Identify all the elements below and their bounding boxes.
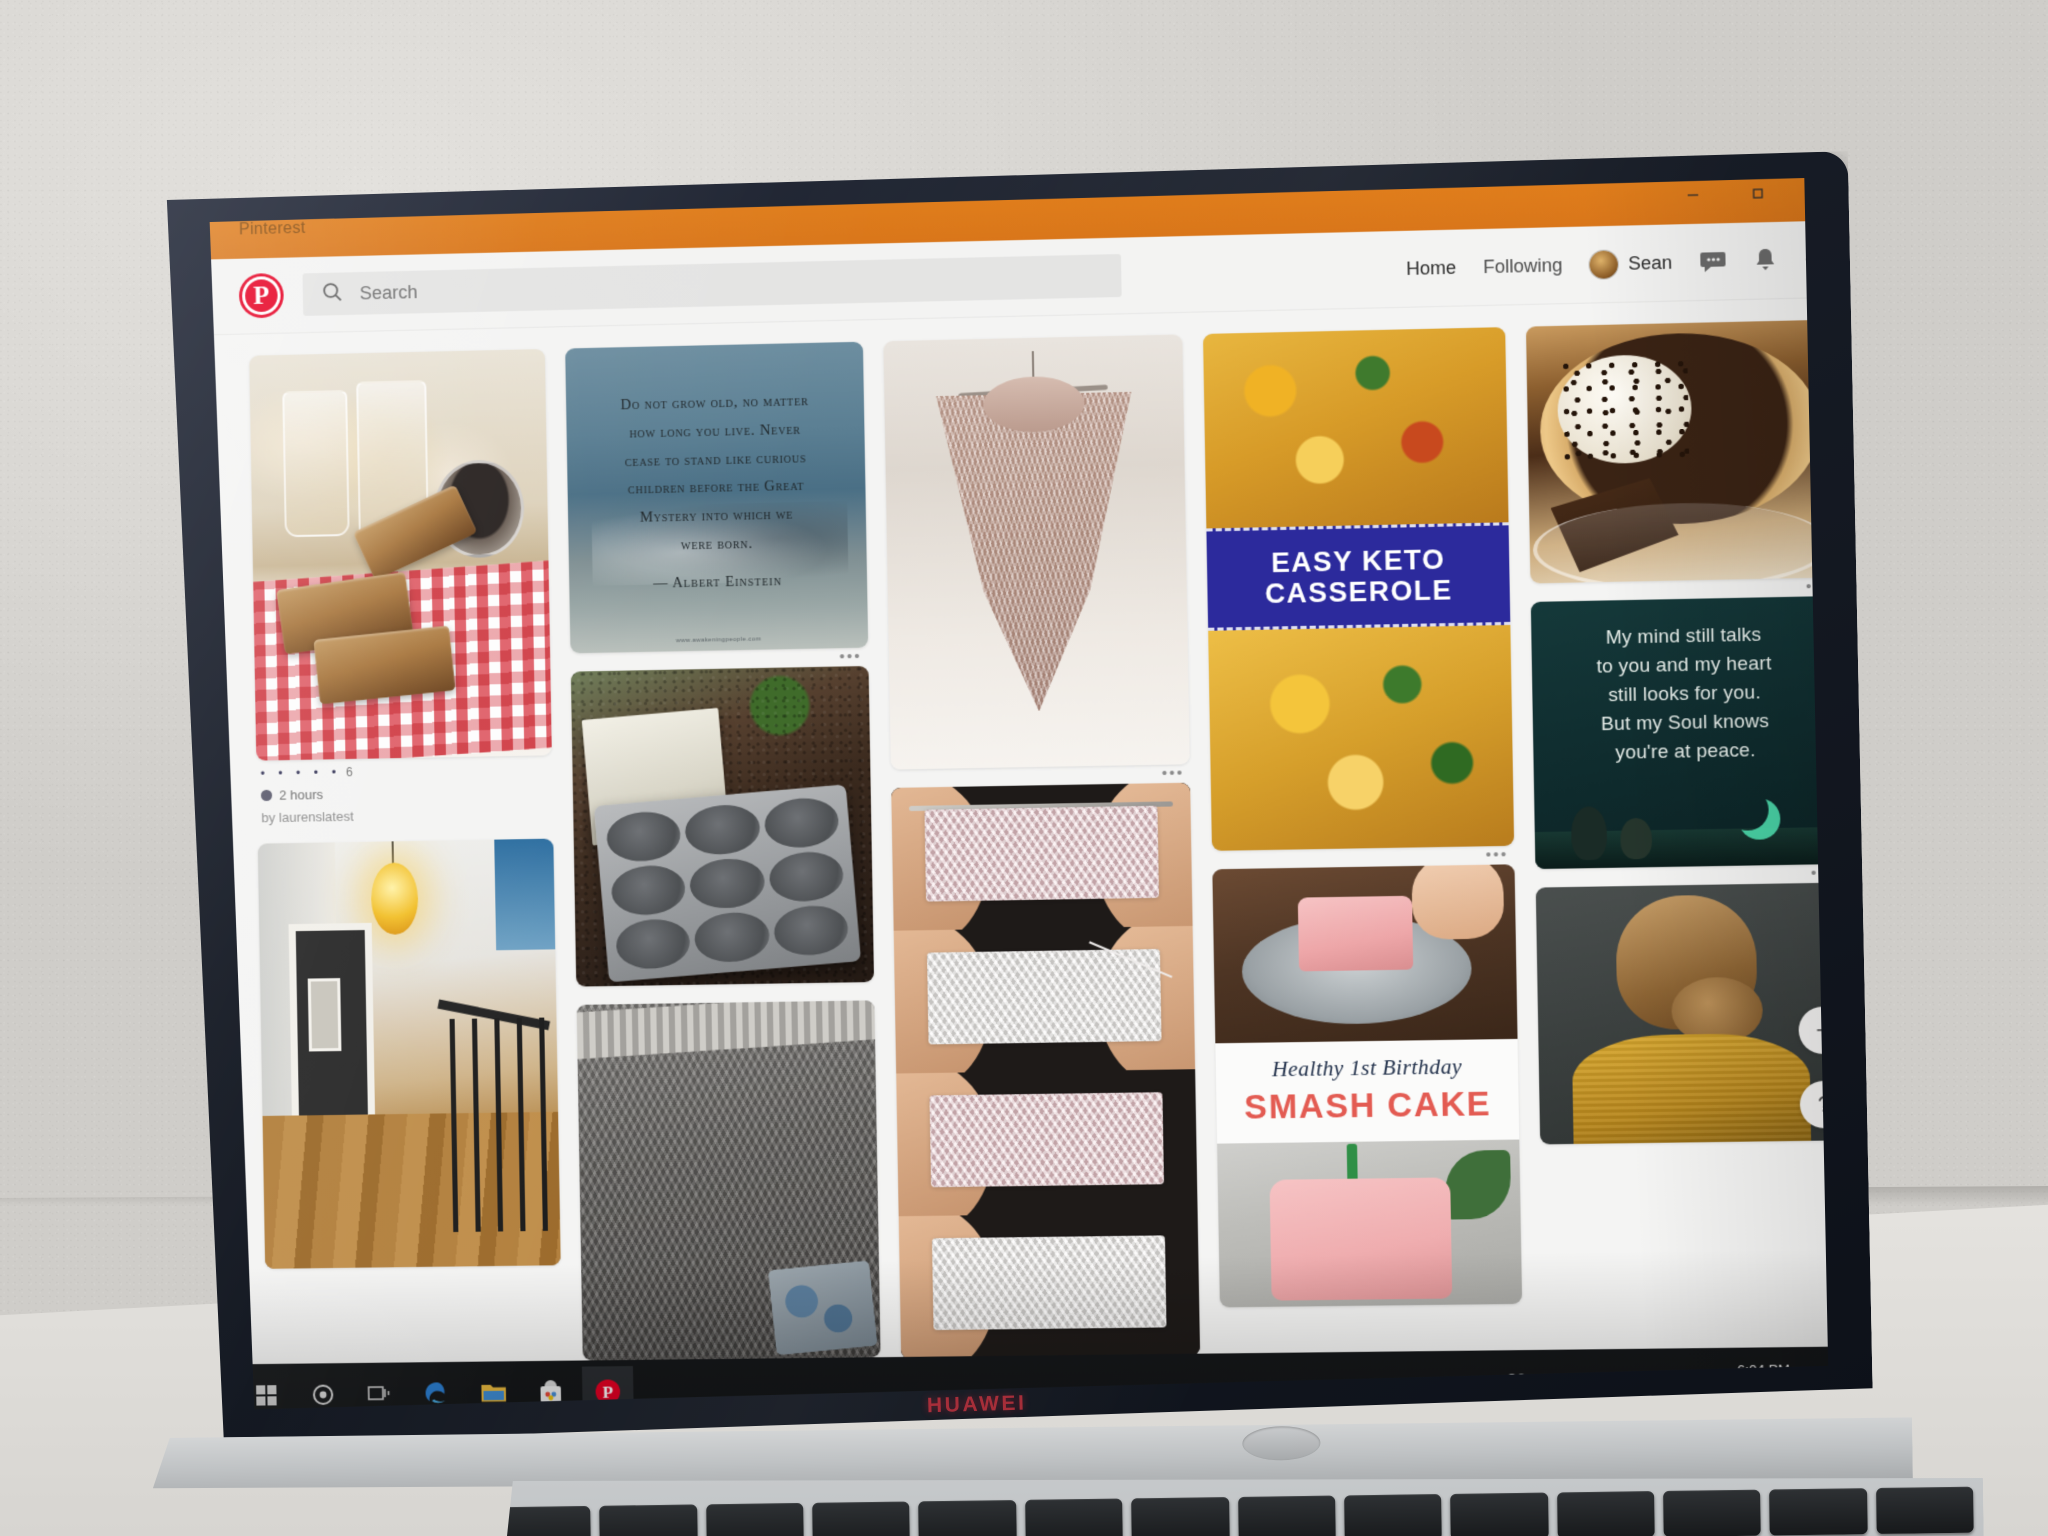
show-hidden-icons-chevron[interactable] (1542, 1375, 1559, 1388)
battery-icon[interactable] (1574, 1374, 1601, 1389)
pin-image-granola-bars[interactable] (249, 349, 551, 761)
window-controls (1660, 178, 1828, 225)
pin-granola-bars[interactable]: • • • • •6 2 hours by laurenslatest ••• (249, 349, 553, 825)
smash-cake-headline: SMASH CAKE (1229, 1085, 1507, 1128)
screen: Pinterest P Search Home Following Sean •… (206, 178, 1828, 1410)
avatar (1589, 250, 1618, 278)
keto-title-banner: EASY KETO CASSEROLE (1207, 522, 1511, 631)
rating-count: 6 (346, 765, 353, 779)
people-icon[interactable] (1505, 1373, 1528, 1392)
huawei-brand-logo: HUAWEI (927, 1392, 1027, 1419)
edge-browser-button[interactable] (411, 1368, 463, 1410)
pin-column-5: ••• My mind still talks to you and my he… (1526, 320, 1828, 1145)
pin-seed-starting-muffin-tin[interactable]: SEEDS (571, 666, 874, 987)
webcam-key[interactable] (1242, 1426, 1320, 1461)
pin-image-hallway[interactable] (258, 839, 561, 1269)
pin-image-keto-casserole[interactable]: EASY KETO CASSEROLE (1203, 327, 1514, 851)
memorial-quote-text: My mind still talks to you and my heart … (1596, 620, 1774, 768)
smash-cake-script: Healthy 1st Birthday (1228, 1054, 1505, 1084)
quote-text: Do not grow old, no matter how long you … (620, 388, 811, 562)
pin-braided-hairstyle[interactable] (1536, 883, 1828, 1145)
keto-title-line-2: CASSEROLE (1218, 574, 1500, 611)
smash-cake-caption: Healthy 1st Birthday SMASH CAKE (1216, 1039, 1520, 1144)
display-area: Pinterest P Search Home Following Sean •… (205, 178, 1829, 1410)
pin-image-smash-cake[interactable]: Healthy 1st Birthday SMASH CAKE (1213, 865, 1523, 1308)
pin-smash-cake[interactable]: Healthy 1st Birthday SMASH CAKE (1213, 865, 1523, 1308)
messages-icon[interactable] (1699, 249, 1727, 274)
pin-board: • • • • •6 2 hours by laurenslatest ••• (208, 296, 1828, 1410)
pin-image-seeds[interactable]: SEEDS (571, 666, 874, 987)
help-button[interactable]: ? (1800, 1080, 1829, 1128)
pin-column-4: EASY KETO CASSEROLE ••• Healthy 1st Birt… (1203, 327, 1522, 1308)
pin-column-3: ••• (883, 334, 1201, 1359)
user-name: Sean (1628, 252, 1672, 275)
meet-now-icon[interactable] (1805, 1370, 1828, 1387)
pin-einstein-quote[interactable]: Do not grow old, no matter how long you … (565, 342, 868, 654)
pin-image-memorial-quote[interactable]: My mind still talks to you and my heart … (1531, 596, 1828, 869)
pin-image-knitting-tutorial[interactable] (891, 783, 1201, 1359)
clock-icon (261, 790, 272, 801)
pin-rating: • • • • • 6 (260, 761, 550, 780)
pin-time: 2 hours (261, 783, 551, 803)
clock-date: 4/5/2019 (1735, 1379, 1790, 1397)
pin-overflow-icon[interactable]: ••• (839, 649, 862, 665)
header-nav: Home Following Sean (1406, 245, 1829, 283)
start-button[interactable] (241, 1370, 292, 1410)
pin-image-einstein-quote[interactable]: Do not grow old, no matter how long you … (565, 342, 868, 654)
task-view-button[interactable] (354, 1369, 406, 1410)
search-input[interactable] (359, 265, 1102, 304)
search-icon (321, 280, 344, 308)
pin-column-1: • • • • •6 2 hours by laurenslatest ••• (249, 349, 560, 1269)
window-title: Pinterest (239, 220, 306, 240)
nav-following[interactable]: Following (1483, 254, 1563, 277)
floating-action-buttons: + ? (1798, 1006, 1828, 1128)
pinterest-app-button[interactable]: P (582, 1366, 634, 1410)
quote-watermark: www.awakeningpeople.com (570, 634, 868, 646)
pin-memorial-quote[interactable]: My mind still talks to you and my heart … (1531, 596, 1828, 869)
pin-meta: • • • • • 6 2 hours by laurenslatest (256, 755, 552, 825)
create-pin-button[interactable]: + (1798, 1006, 1828, 1054)
more-menu-icon[interactable] (1804, 255, 1828, 264)
pin-overflow-icon[interactable]: ••• (1811, 865, 1829, 881)
pin-lace-shawl[interactable]: ••• (883, 334, 1190, 769)
pinterest-logo-icon[interactable]: P (242, 276, 281, 315)
close-button[interactable] (1790, 178, 1829, 222)
pin-hallway-interior[interactable] (258, 839, 561, 1269)
maximize-button[interactable] (1725, 178, 1791, 223)
pin-overflow-icon[interactable]: ••• (1162, 765, 1185, 781)
pin-image-knit-blanket[interactable] (576, 1000, 880, 1360)
volume-muted-icon[interactable] (1651, 1372, 1674, 1389)
clock[interactable]: 6:04 PM 4/5/2019 (1735, 1362, 1791, 1397)
pin-image-lace-shawl[interactable] (883, 334, 1190, 769)
pin-overflow-icon[interactable]: ••• (1806, 579, 1829, 595)
pin-grey-knit-blanket[interactable]: ••• (576, 1000, 880, 1360)
laptop-screen-lid: HUAWEI Pinterest P Search Home Following… (158, 151, 1873, 1445)
cortana-button[interactable] (297, 1369, 349, 1410)
pin-chocolate-pie[interactable]: ••• (1526, 320, 1828, 584)
wifi-icon[interactable] (1615, 1373, 1636, 1390)
system-tray: ENG 6:04 PM 4/5/2019 (1505, 1361, 1829, 1400)
pin-image-chocolate-pie[interactable] (1526, 320, 1828, 584)
pin-column-2: Do not grow old, no matter how long you … (565, 342, 884, 1410)
nav-home[interactable]: Home (1406, 257, 1456, 280)
pin-overflow-icon[interactable]: ••• (1485, 847, 1508, 863)
notifications-icon[interactable] (1754, 247, 1778, 274)
search-bar[interactable] (303, 254, 1122, 316)
minimize-button[interactable] (1660, 178, 1726, 225)
file-explorer-button[interactable] (468, 1367, 520, 1410)
pin-pink-knitting-tutorial[interactable] (891, 783, 1201, 1359)
clock-time: 6:04 PM (1735, 1362, 1790, 1380)
user-menu[interactable]: Sean (1589, 249, 1672, 279)
microsoft-store-button[interactable] (525, 1367, 577, 1410)
pin-byline[interactable]: by laurenslatest (261, 805, 551, 825)
svg-text:P: P (602, 1383, 613, 1402)
language-indicator[interactable]: ENG (1688, 1372, 1720, 1389)
pin-image-hairstyle[interactable] (1536, 883, 1828, 1145)
laptop: HUAWEI Pinterest P Search Home Following… (136, 151, 1894, 1536)
pin-easy-keto-casserole[interactable]: EASY KETO CASSEROLE ••• (1203, 327, 1514, 851)
